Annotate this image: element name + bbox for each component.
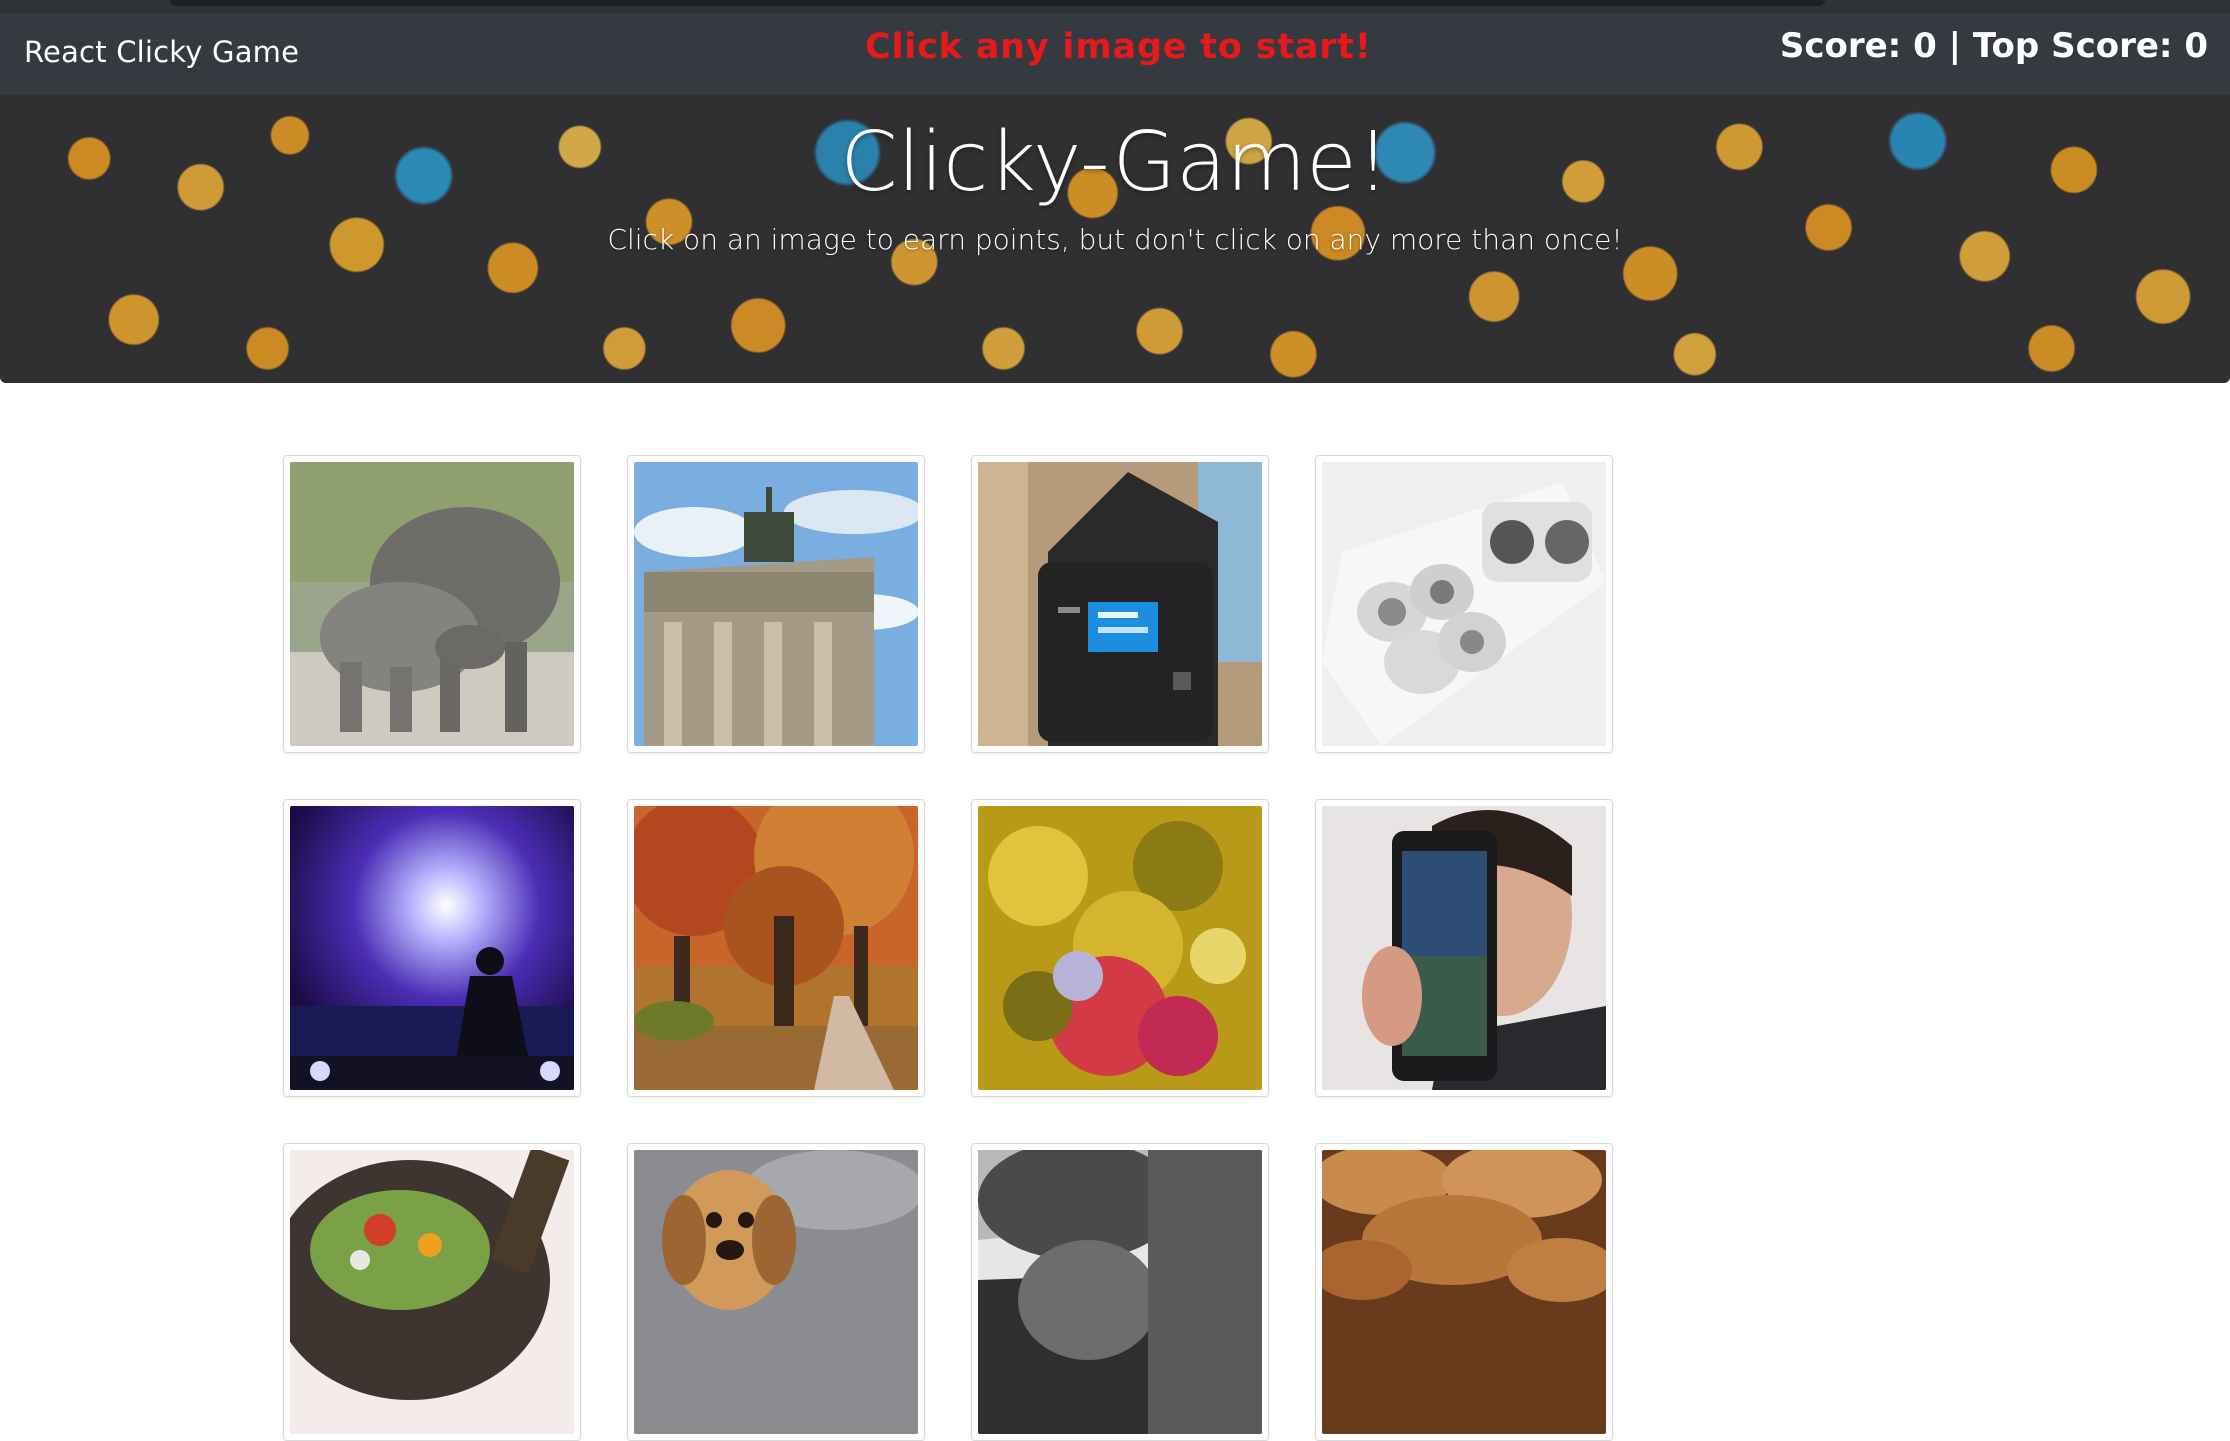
sushi-rolls-image [1322, 462, 1606, 746]
browser-top-strip [0, 0, 2230, 13]
tablet-man-image [1322, 806, 1606, 1090]
puppy-image [634, 1150, 918, 1434]
image-card[interactable] [971, 799, 1269, 1097]
rhino-image [290, 462, 574, 746]
image-card[interactable] [971, 1143, 1269, 1441]
jumbotron-banner: Clicky-Game! Click on an image to earn p… [0, 95, 2230, 383]
brand-link[interactable]: React Clicky Game [24, 35, 299, 69]
image-card[interactable] [971, 455, 1269, 753]
image-card[interactable] [1315, 455, 1613, 753]
wok-vegetables-image [290, 1150, 574, 1434]
helmet-bw-image [978, 1150, 1262, 1434]
navbar: React Clicky Game Click any image to sta… [0, 13, 2230, 95]
image-card[interactable] [1315, 1143, 1613, 1441]
dj-concert-image [290, 806, 574, 1090]
image-card[interactable] [283, 799, 581, 1097]
mp3-player-image [978, 462, 1262, 746]
oil-water-abstract-image [978, 806, 1262, 1090]
page-subtitle: Click on an image to earn points, but do… [607, 223, 1623, 256]
image-card[interactable] [283, 455, 581, 753]
status-message: Click any image to start! [865, 27, 1372, 67]
page-title: Clicky-Game! [840, 115, 1390, 210]
score-display: Score: 0 | Top Score: 0 [1779, 26, 2208, 66]
brandenburg-gate-image [634, 462, 918, 746]
image-card[interactable] [1315, 799, 1613, 1097]
autumn-trees-image [634, 806, 918, 1090]
image-card[interactable] [627, 1143, 925, 1441]
image-card[interactable] [627, 799, 925, 1097]
image-card[interactable] [283, 1143, 581, 1441]
image-card[interactable] [627, 455, 925, 753]
bread-rolls-image [1322, 1150, 1606, 1434]
